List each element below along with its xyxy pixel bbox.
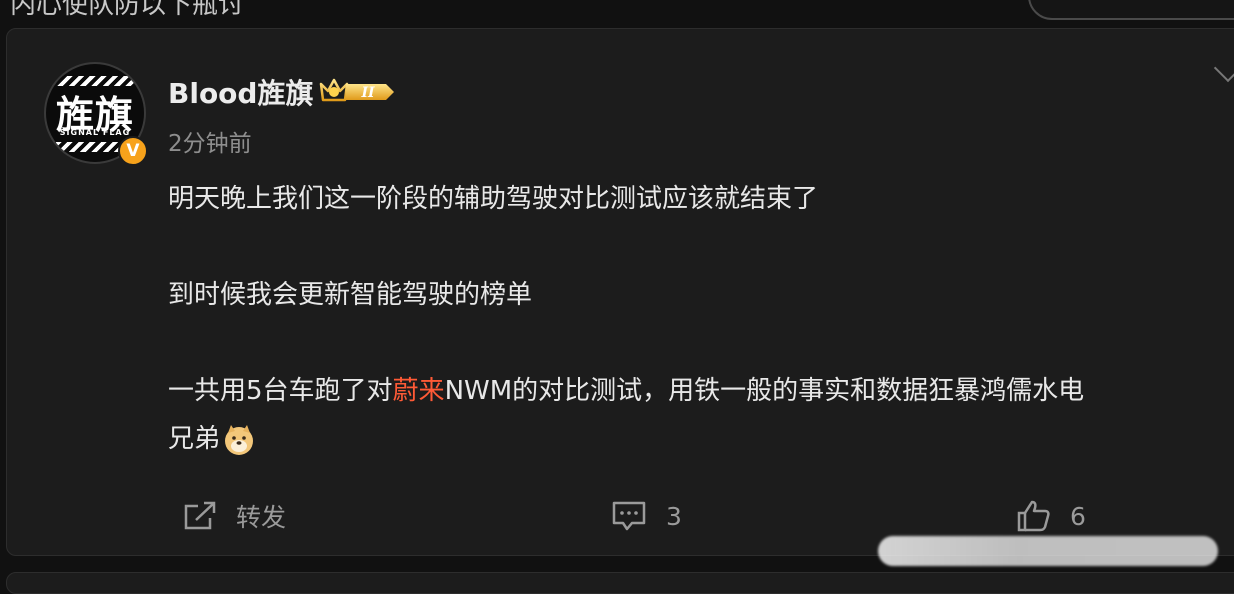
post-timestamp: 2分钟前 xyxy=(168,131,252,157)
like-icon xyxy=(1017,500,1050,532)
like-button[interactable]: 6 xyxy=(1016,498,1086,534)
verified-badge: V xyxy=(118,136,148,166)
post-text-segment: 一共用5台车跑了对 xyxy=(168,376,393,406)
post-text-line: 到时候我会更新智能驾驶的榜单 xyxy=(168,280,533,310)
next-post-card xyxy=(6,572,1234,594)
post-text-segment: NWM的对比测试，用铁一般的事实和数据狂暴鸿儒水电 xyxy=(444,376,1085,406)
share-icon xyxy=(184,501,216,530)
topic-link[interactable]: 蔚来 xyxy=(393,376,445,406)
post-text-line: 兄弟 xyxy=(168,418,256,457)
post-text-line: 明天晚上我们这一阶段的辅助驾驶对比测试应该就结束了 xyxy=(168,184,819,214)
level-badge: II xyxy=(360,85,375,101)
comment-button[interactable]: 3 xyxy=(610,498,682,534)
share-button[interactable]: 转发 xyxy=(182,498,286,534)
doge-emoji xyxy=(225,424,254,455)
like-count: 6 xyxy=(1070,501,1086,531)
crown-icon[interactable]: II xyxy=(318,76,398,106)
comment-count: 3 xyxy=(666,501,682,531)
search-pill[interactable] xyxy=(1028,0,1234,20)
previous-post-text: 内心使队防以下瓶讨 xyxy=(10,0,245,20)
share-label: 转发 xyxy=(236,503,287,532)
overlay-bar xyxy=(878,536,1218,566)
post-text-line: 一共用5台车跑了对蔚来NWM的对比测试，用铁一般的事实和数据狂暴鸿儒水电 xyxy=(168,370,1084,407)
comment-icon xyxy=(612,501,646,531)
post-text-segment: 兄弟 xyxy=(168,424,221,454)
top-strip: 内心使队防以下瓶讨 xyxy=(0,0,1234,24)
username[interactable]: Blood旌旗 xyxy=(168,72,313,112)
